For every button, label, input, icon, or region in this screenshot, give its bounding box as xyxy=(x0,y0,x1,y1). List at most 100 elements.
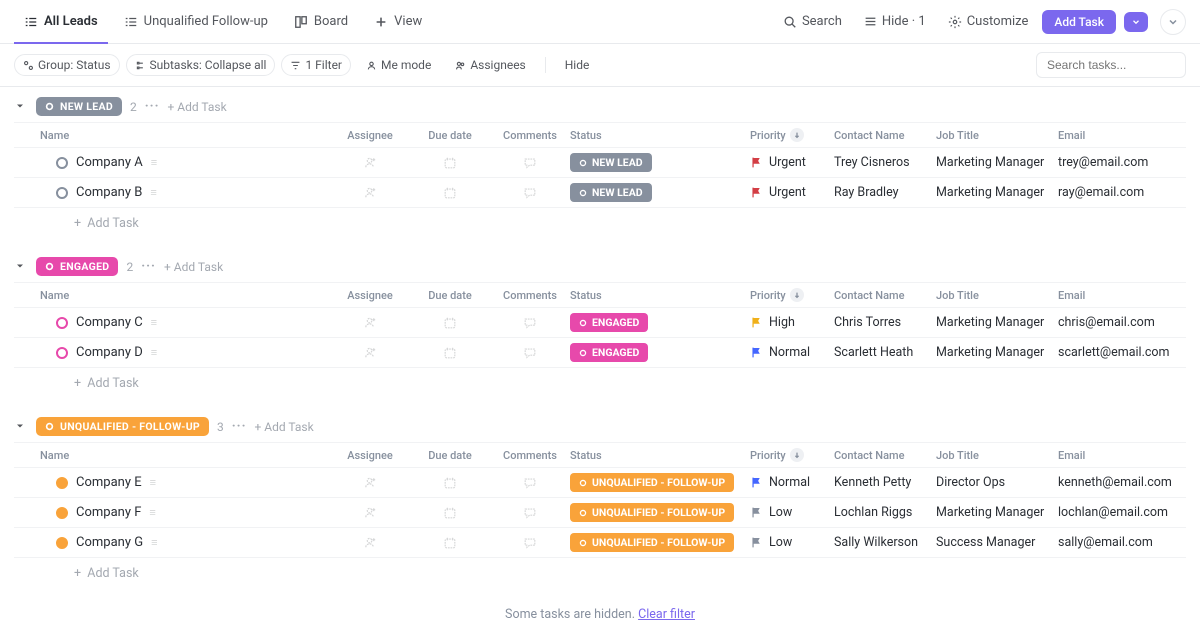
status-dot-icon[interactable] xyxy=(56,187,68,199)
collapse-icon[interactable] xyxy=(14,260,28,274)
group-add-task[interactable]: + Add Task xyxy=(255,420,314,434)
search-tasks-input[interactable] xyxy=(1036,52,1186,78)
contact-cell[interactable]: Chris Torres xyxy=(834,315,936,330)
email-cell[interactable]: chris@email.com xyxy=(1058,315,1186,330)
filter-chip[interactable]: 1 Filter xyxy=(281,54,351,76)
due-cell[interactable] xyxy=(410,186,490,200)
flag-icon[interactable] xyxy=(750,186,763,199)
assignee-cell[interactable] xyxy=(330,345,410,360)
status-dot-icon[interactable] xyxy=(56,317,68,329)
status-dot-icon[interactable] xyxy=(56,537,68,549)
assignee-cell[interactable] xyxy=(330,505,410,520)
email-cell[interactable]: ray@email.com xyxy=(1058,185,1186,200)
status-pill[interactable]: NEW LEAD xyxy=(570,153,652,172)
task-name[interactable]: Company E xyxy=(76,475,142,490)
contact-cell[interactable]: Scarlett Heath xyxy=(834,345,936,360)
clear-filter-link[interactable]: Clear filter xyxy=(638,607,695,622)
due-cell[interactable] xyxy=(410,316,490,330)
comments-cell[interactable] xyxy=(490,186,570,200)
contact-cell[interactable]: Ray Bradley xyxy=(834,185,936,200)
group-add-task[interactable]: + Add Task xyxy=(164,260,223,274)
assignee-cell[interactable] xyxy=(330,185,410,200)
flag-icon[interactable] xyxy=(750,156,763,169)
sort-desc-icon[interactable] xyxy=(790,128,804,142)
job-cell[interactable]: Marketing Manager xyxy=(936,315,1058,330)
group-status-badge[interactable]: UNQUALIFIED - FOLLOW-UP xyxy=(36,417,209,436)
email-cell[interactable]: kenneth@email.com xyxy=(1058,475,1186,490)
table-row[interactable]: Company D≡ ENGAGED Normal Scarlett Heath… xyxy=(14,338,1186,368)
assignees-toggle[interactable]: Assignees xyxy=(446,55,534,75)
add-task-row[interactable]: + Add Task xyxy=(14,208,1186,239)
status-dot-icon[interactable] xyxy=(56,507,68,519)
hide-toggle[interactable]: Hide xyxy=(556,55,599,75)
add-task-row[interactable]: + Add Task xyxy=(14,558,1186,589)
status-dot-icon[interactable] xyxy=(56,477,68,489)
table-row[interactable]: Company B≡ NEW LEAD Urgent Ray Bradley M… xyxy=(14,178,1186,208)
subtask-icon[interactable]: ≡ xyxy=(151,316,157,329)
more-menu[interactable] xyxy=(1160,9,1186,35)
sort-desc-icon[interactable] xyxy=(790,288,804,302)
status-pill[interactable]: UNQUALIFIED - FOLLOW-UP xyxy=(570,533,734,552)
add-task-button[interactable]: Add Task xyxy=(1042,10,1116,34)
task-name[interactable]: Company B xyxy=(76,185,142,200)
subtask-icon[interactable]: ≡ xyxy=(151,346,157,359)
tab-board[interactable]: Board xyxy=(284,8,358,35)
email-cell[interactable]: lochlan@email.com xyxy=(1058,505,1186,520)
collapse-icon[interactable] xyxy=(14,100,28,114)
comments-cell[interactable] xyxy=(490,476,570,490)
comments-cell[interactable] xyxy=(490,536,570,550)
group-chip[interactable]: Group: Status xyxy=(14,54,120,76)
email-cell[interactable]: scarlett@email.com xyxy=(1058,345,1186,360)
me-mode-toggle[interactable]: Me mode xyxy=(357,55,440,75)
group-more-icon[interactable]: ··· xyxy=(232,419,247,434)
job-cell[interactable]: Marketing Manager xyxy=(936,505,1058,520)
table-row[interactable]: Company C≡ ENGAGED High Chris Torres Mar… xyxy=(14,308,1186,338)
status-pill[interactable]: NEW LEAD xyxy=(570,183,652,202)
status-pill[interactable]: UNQUALIFIED - FOLLOW-UP xyxy=(570,503,734,522)
tab-all-leads[interactable]: All Leads xyxy=(14,8,108,35)
job-cell[interactable]: Marketing Manager xyxy=(936,155,1058,170)
sort-desc-icon[interactable] xyxy=(790,448,804,462)
task-name[interactable]: Company F xyxy=(76,505,141,520)
due-cell[interactable] xyxy=(410,506,490,520)
comments-cell[interactable] xyxy=(490,316,570,330)
tab-unqualified[interactable]: Unqualified Follow-up xyxy=(114,8,278,35)
comments-cell[interactable] xyxy=(490,346,570,360)
flag-icon[interactable] xyxy=(750,316,763,329)
subtask-icon[interactable]: ≡ xyxy=(151,536,157,549)
flag-icon[interactable] xyxy=(750,476,763,489)
due-cell[interactable] xyxy=(410,156,490,170)
status-pill[interactable]: ENGAGED xyxy=(570,313,648,332)
subtasks-chip[interactable]: Subtasks: Collapse all xyxy=(126,54,276,76)
email-cell[interactable]: trey@email.com xyxy=(1058,155,1186,170)
flag-icon[interactable] xyxy=(750,346,763,359)
search-button[interactable]: Search xyxy=(775,9,850,34)
subtask-icon[interactable]: ≡ xyxy=(150,476,156,489)
status-pill[interactable]: ENGAGED xyxy=(570,343,648,362)
status-pill[interactable]: UNQUALIFIED - FOLLOW-UP xyxy=(570,473,734,492)
comments-cell[interactable] xyxy=(490,506,570,520)
flag-icon[interactable] xyxy=(750,506,763,519)
table-row[interactable]: Company A≡ NEW LEAD Urgent Trey Cisneros… xyxy=(14,148,1186,178)
task-name[interactable]: Company G xyxy=(76,535,143,550)
email-cell[interactable]: sally@email.com xyxy=(1058,535,1186,550)
job-cell[interactable]: Director Ops xyxy=(936,475,1058,490)
group-more-icon[interactable]: ··· xyxy=(141,259,156,274)
assignee-cell[interactable] xyxy=(330,535,410,550)
job-cell[interactable]: Success Manager xyxy=(936,535,1058,550)
group-add-task[interactable]: + Add Task xyxy=(168,100,227,114)
subtask-icon[interactable]: ≡ xyxy=(151,156,157,169)
group-more-icon[interactable]: ··· xyxy=(145,99,160,114)
table-row[interactable]: Company E≡ UNQUALIFIED - FOLLOW-UP Norma… xyxy=(14,468,1186,498)
table-row[interactable]: Company F≡ UNQUALIFIED - FOLLOW-UP Low L… xyxy=(14,498,1186,528)
assignee-cell[interactable] xyxy=(330,155,410,170)
due-cell[interactable] xyxy=(410,346,490,360)
due-cell[interactable] xyxy=(410,476,490,490)
tab-add-view[interactable]: View xyxy=(364,8,432,35)
job-cell[interactable]: Marketing Manager xyxy=(936,185,1058,200)
flag-icon[interactable] xyxy=(750,536,763,549)
job-cell[interactable]: Marketing Manager xyxy=(936,345,1058,360)
status-dot-icon[interactable] xyxy=(56,347,68,359)
task-name[interactable]: Company D xyxy=(76,345,143,360)
customize-button[interactable]: Customize xyxy=(940,9,1037,34)
